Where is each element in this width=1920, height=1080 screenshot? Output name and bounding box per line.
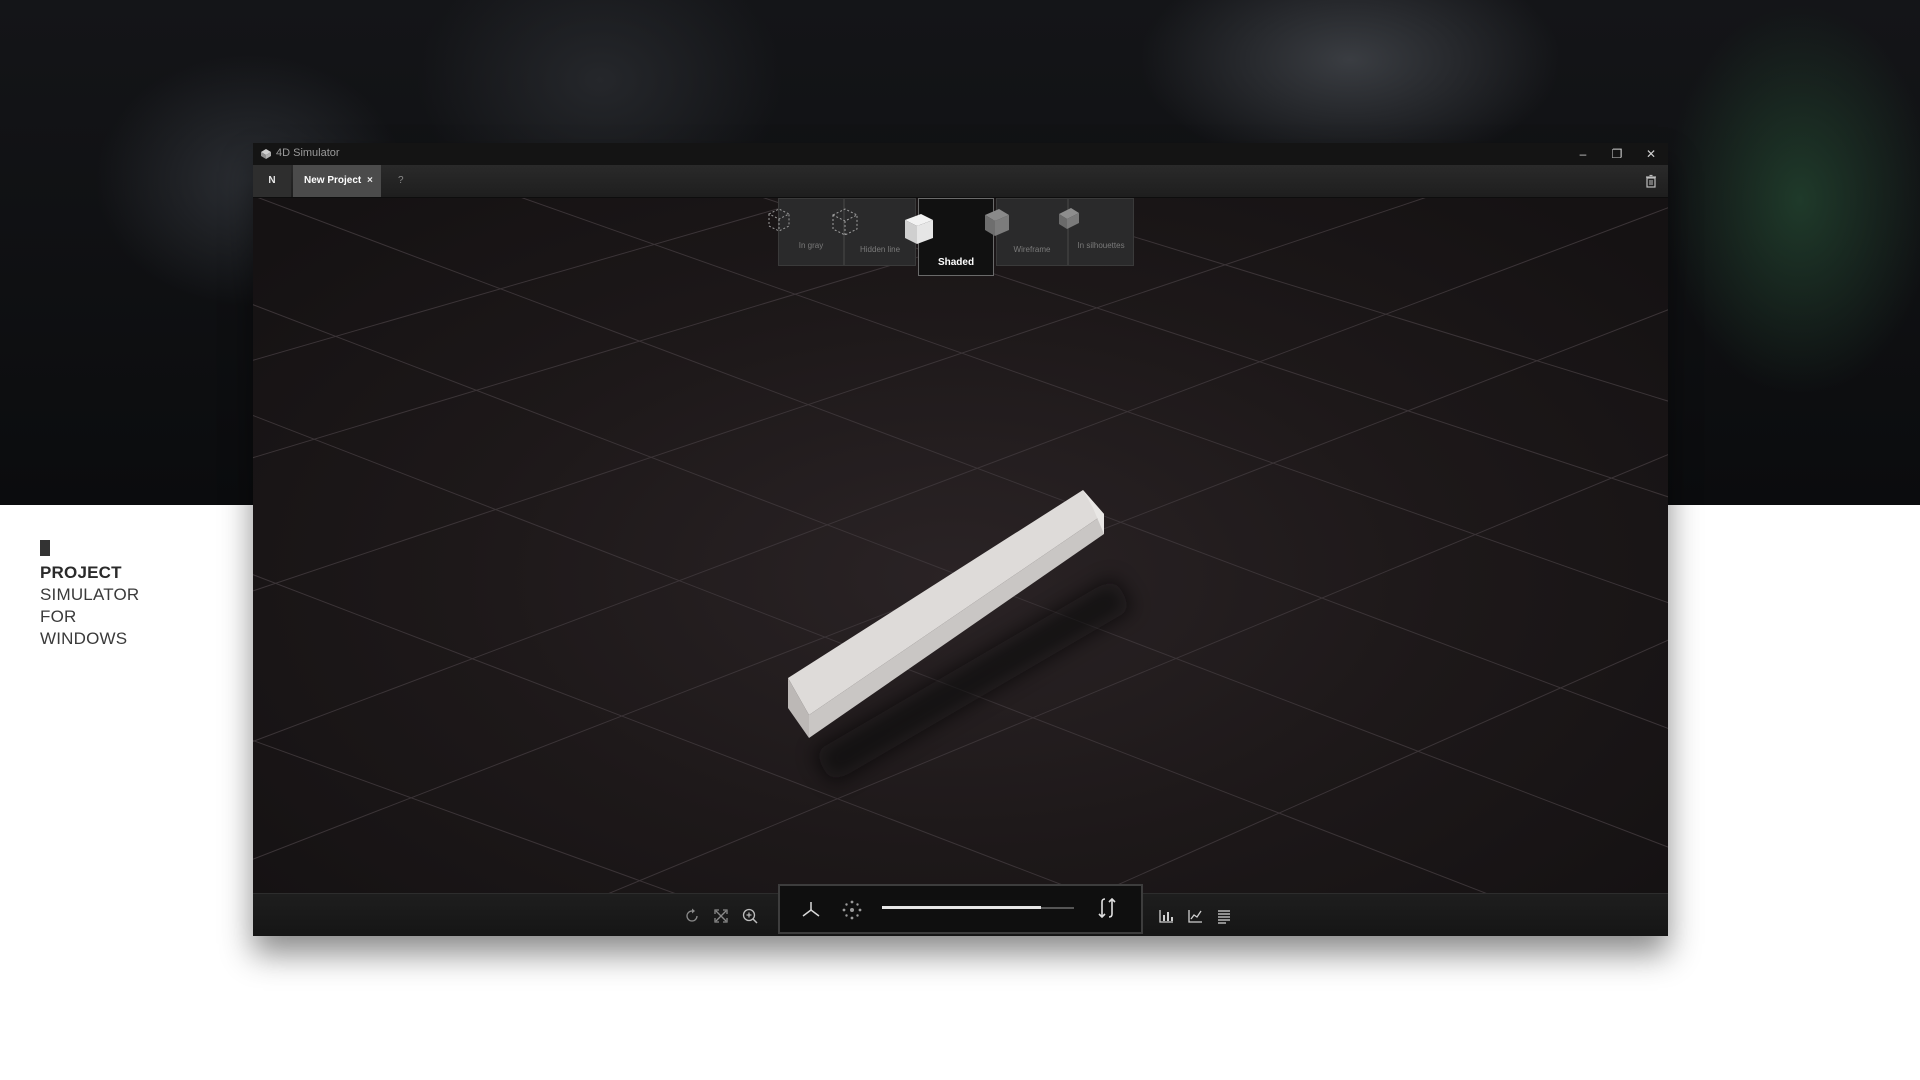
tab-close-icon[interactable]: × <box>367 165 373 197</box>
explode-icon[interactable] <box>841 899 863 921</box>
view-mode-label: Wireframe <box>1013 245 1051 254</box>
tab-new-project[interactable]: New Project × <box>293 165 381 197</box>
gray-cube-icon <box>767 208 791 232</box>
trash-icon[interactable] <box>1644 174 1658 188</box>
shaded-cube-icon <box>905 214 933 244</box>
app-window: 4D Simulator – ❐ ✕ N New Project × ? In … <box>253 143 1668 936</box>
window-title: 4D Simulator <box>276 147 340 159</box>
tab-bar: N New Project × ? <box>253 165 1668 198</box>
brand-line-windows: WINDOWS <box>40 629 128 648</box>
view-mode-selector: In gray Hidden line Shaded Wireframe In … <box>767 198 1143 278</box>
bottom-toolbar <box>253 884 1668 936</box>
swap-icon[interactable] <box>1096 896 1118 920</box>
line-chart-icon[interactable] <box>1186 907 1204 925</box>
timeline-slider[interactable] <box>882 906 1074 909</box>
minimize-button[interactable]: – <box>1573 145 1593 163</box>
brand-line-simulator: SIMULATOR <box>40 585 140 604</box>
app-logo-icon <box>261 149 271 159</box>
axes-icon[interactable] <box>800 899 822 921</box>
silhouette-cube-icon <box>1059 208 1079 229</box>
wireframe-cube-icon <box>985 209 1009 236</box>
brand-mark <box>40 540 50 556</box>
view-mode-label: In silhouettes <box>1077 241 1125 250</box>
timeline-slider-fill <box>882 906 1042 909</box>
view-mode-label: In gray <box>798 241 824 250</box>
rotate-icon[interactable] <box>683 907 701 925</box>
timeline-panel <box>778 884 1143 934</box>
fit-view-icon[interactable] <box>712 907 730 925</box>
title-bar: 4D Simulator – ❐ ✕ <box>253 143 1668 165</box>
3d-viewport[interactable]: In gray Hidden line Shaded Wireframe In … <box>253 198 1668 893</box>
restore-button[interactable]: ❐ <box>1607 145 1627 163</box>
brand-text: PROJECT SIMULATOR FOR WINDOWS <box>40 540 139 650</box>
bar-chart-icon[interactable] <box>1157 907 1175 925</box>
brand-line-for: FOR <box>40 607 77 626</box>
help-tab[interactable]: ? <box>398 165 404 197</box>
tab-new-project-label: New Project <box>304 175 362 186</box>
list-icon[interactable] <box>1215 907 1233 925</box>
brand-line-project: PROJECT <box>40 563 122 582</box>
hidden-line-cube-icon <box>831 208 859 236</box>
3d-model[interactable] <box>253 198 1668 893</box>
close-button[interactable]: ✕ <box>1641 145 1661 163</box>
view-mode-label: Shaded <box>937 257 975 268</box>
view-mode-in-silhouettes[interactable]: In silhouettes <box>1059 198 1134 266</box>
zoom-icon[interactable] <box>741 907 759 925</box>
tab-n[interactable]: N <box>253 165 291 197</box>
